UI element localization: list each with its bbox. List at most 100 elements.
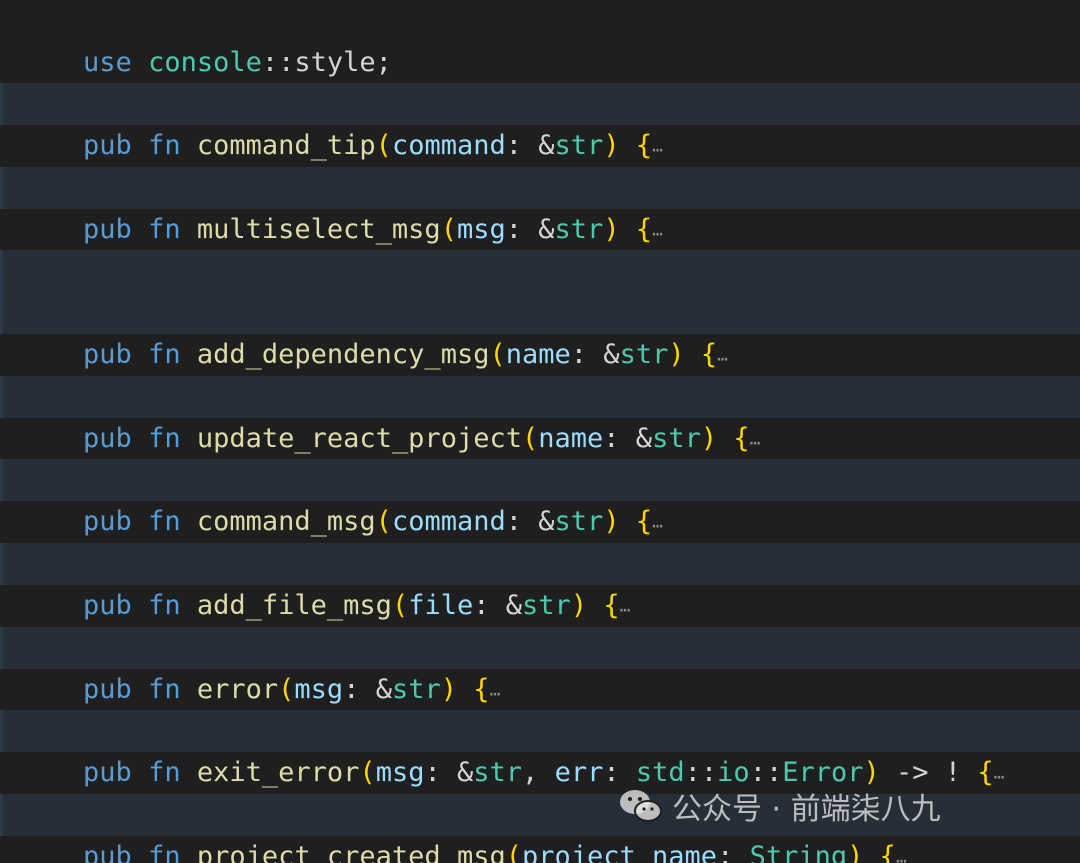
close-paren: ): [570, 590, 588, 621]
function-name: error: [196, 674, 279, 705]
open-brace: {: [700, 339, 718, 370]
fold-ellipsis-icon[interactable]: …: [620, 596, 631, 617]
open-brace: {: [635, 130, 653, 161]
open-paren: (: [375, 130, 392, 161]
param-colon: :: [717, 841, 734, 863]
fold-ellipsis-icon[interactable]: …: [994, 763, 1005, 784]
fn-line-update-react-project[interactable]: pub fn update_react_project(name: &str) …: [0, 376, 1080, 454]
pub-keyword: pub: [83, 423, 132, 454]
param-colon: :: [603, 423, 620, 454]
open-paren: (: [521, 423, 539, 454]
fn-keyword: fn: [148, 590, 181, 621]
code-editor[interactable]: use console::style; pub fn command_tip(c…: [0, 0, 1080, 863]
wechat-icon: [618, 786, 664, 826]
watermark-text: 公众号 · 前端柒八九: [672, 792, 941, 827]
open-brace: {: [879, 841, 896, 863]
fn-line-command-msg[interactable]: pub fn command_msg(command: &str) {…: [0, 459, 1080, 537]
fn-keyword: fn: [148, 214, 181, 245]
param-colon: :: [505, 506, 522, 537]
param-colon: :: [343, 674, 360, 705]
param-name: command: [391, 506, 506, 537]
param-type: str: [391, 674, 441, 705]
open-brace: {: [635, 506, 653, 537]
open-paren: (: [391, 590, 409, 621]
open-brace: {: [473, 674, 490, 705]
function-name: multiselect_msg: [196, 214, 441, 245]
open-brace: {: [635, 214, 653, 245]
function-name: command_msg: [196, 506, 376, 537]
close-paren: ): [603, 214, 620, 245]
param-name-2: err: [554, 757, 604, 788]
fold-ellipsis-icon[interactable]: …: [652, 136, 663, 157]
param-comma: ,: [522, 757, 555, 788]
fn-line-command-tip[interactable]: pub fn command_tip(command: &str) {…: [0, 83, 1080, 161]
param-name: name: [538, 423, 604, 454]
fold-ellipsis-icon[interactable]: …: [896, 847, 907, 863]
pub-keyword: pub: [83, 674, 132, 705]
function-name: add_file_msg: [196, 590, 392, 621]
close-paren: ): [700, 423, 718, 454]
param-name: project_name: [521, 841, 718, 863]
fn-keyword: fn: [148, 757, 181, 788]
pub-keyword: pub: [83, 339, 132, 370]
param-name: file: [408, 590, 474, 621]
ref-ampersand: &: [635, 423, 653, 454]
ref-ampersand: &: [538, 214, 555, 245]
close-paren: ): [668, 339, 685, 370]
fn-line-exit-error[interactable]: pub fn exit_error(msg: &str, err: std::i…: [0, 710, 1080, 788]
fn-line-error[interactable]: pub fn error(msg: &str) {…: [0, 627, 1080, 705]
ref-ampersand: &: [603, 339, 620, 370]
fold-ellipsis-icon[interactable]: …: [652, 512, 663, 533]
function-name: project_created_msg: [196, 841, 506, 863]
ref-ampersand: &: [538, 130, 555, 161]
param-name: msg: [375, 757, 425, 788]
param-type: str: [652, 423, 701, 454]
function-name: command_tip: [196, 130, 376, 161]
ref-ampersand: &: [375, 674, 392, 705]
param-colon: :: [473, 590, 490, 621]
open-brace: {: [977, 757, 994, 788]
fn-keyword: fn: [148, 339, 181, 370]
pub-keyword: pub: [83, 214, 132, 245]
param-type: str: [473, 757, 523, 788]
fold-ellipsis-icon[interactable]: …: [750, 429, 761, 450]
fold-ellipsis-icon[interactable]: …: [652, 220, 663, 241]
open-paren: (: [489, 339, 506, 370]
use-statement-line[interactable]: use console::style;: [0, 0, 1080, 78]
param-type: str: [554, 130, 604, 161]
fn-line-multiselect-msg[interactable]: pub fn multiselect_msg(msg: &str) {…: [0, 167, 1080, 245]
semicolon: ;: [375, 47, 392, 78]
pub-keyword: pub: [83, 130, 132, 161]
use-keyword: use: [83, 47, 132, 78]
open-brace: {: [733, 423, 750, 454]
ref-ampersand: &: [538, 506, 555, 537]
crate-name: console: [148, 47, 262, 78]
param-colon: :: [505, 214, 523, 245]
fold-ellipsis-icon[interactable]: …: [490, 680, 501, 701]
open-paren: (: [440, 214, 457, 245]
fn-line-add-file-msg[interactable]: pub fn add_file_msg(file: &str) {…: [0, 543, 1080, 621]
pub-keyword: pub: [83, 757, 132, 788]
close-paren: ): [847, 841, 864, 863]
param-name: command: [391, 130, 506, 161]
param-name: name: [505, 339, 571, 370]
function-name: update_react_project: [196, 423, 522, 454]
param-name: msg: [294, 674, 344, 705]
param-type: str: [619, 339, 669, 370]
fn-line-add-dependency-msg[interactable]: pub fn add_dependency_msg(name: &str) {…: [0, 292, 1080, 370]
param-colon: :: [424, 757, 441, 788]
param-colon: :: [570, 339, 588, 370]
param-type: str: [522, 590, 571, 621]
function-name: add_dependency_msg: [196, 339, 490, 370]
param-name: msg: [456, 214, 506, 245]
fold-ellipsis-icon[interactable]: …: [717, 345, 728, 366]
open-paren: (: [375, 506, 392, 537]
fn-keyword: fn: [148, 841, 181, 863]
function-name: exit_error: [196, 757, 360, 788]
fn-line-message[interactable]: pub fn message(msg: &str) {…: [0, 250, 1080, 328]
param-colon: :: [505, 130, 522, 161]
watermark: 公众号 · 前端柒八九: [618, 782, 941, 830]
param-type: String: [749, 841, 848, 863]
open-brace: {: [603, 590, 620, 621]
open-paren: (: [278, 674, 295, 705]
